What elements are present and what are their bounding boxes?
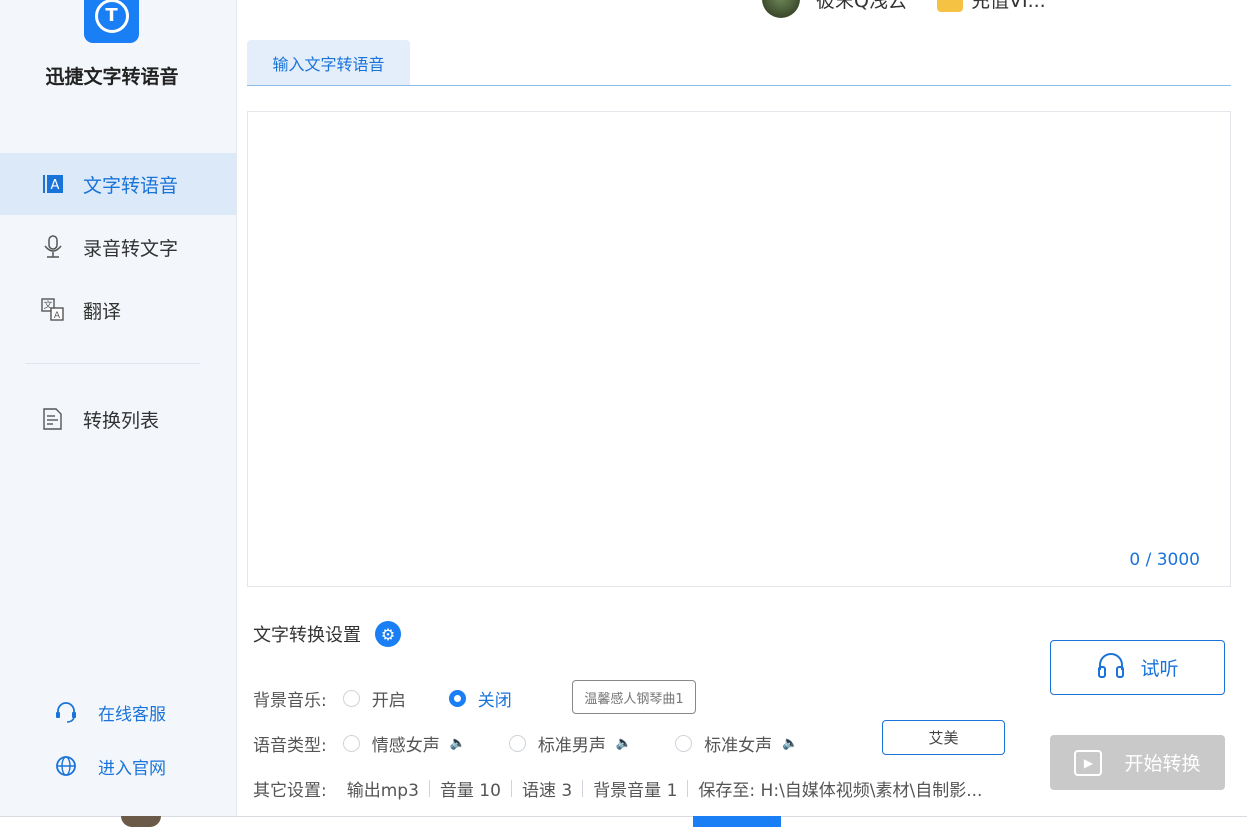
official-site-label: 进入官网	[98, 758, 166, 779]
microphone-icon	[41, 235, 65, 259]
radio-dot	[675, 735, 693, 752]
bg-music-off-radio[interactable]: 关闭	[448, 686, 512, 711]
radio-dot	[342, 690, 360, 707]
voice-select-button[interactable]: 艾美	[882, 720, 1005, 755]
sidebar-item-text-to-speech[interactable]: A 文字转语音	[0, 153, 236, 215]
gear-icon[interactable]: ⚙	[375, 621, 401, 647]
radio-label: 标准女声	[704, 736, 773, 756]
tab-underline	[247, 85, 1231, 86]
radio-label: 情感女声	[371, 736, 440, 756]
text-to-speech-icon: A	[41, 172, 65, 196]
other-settings-row: 其它设置: 输出mp3 音量 10 语速 3 背景音量 1 保存至: H:\自媒…	[253, 776, 982, 801]
bg-music-row: 背景音乐: 开启 关闭	[253, 686, 512, 711]
official-site-link[interactable]: 进入官网	[53, 753, 166, 779]
setting-speed[interactable]: 语速 3	[522, 776, 572, 801]
bg-music-select[interactable]: 温馨感人钢琴曲1	[572, 680, 696, 714]
vip-icon	[936, 0, 963, 12]
top-user-bar: 彼末Q浅云 充值VI...	[762, 0, 1144, 18]
tab-text-input[interactable]: 输入文字转语音	[247, 40, 410, 85]
svg-text:文: 文	[43, 299, 52, 311]
radio-dot	[342, 735, 360, 752]
bg-music-on-radio[interactable]: 开启	[342, 686, 406, 711]
voice-option-emotional-female[interactable]: 情感女声 🔈	[342, 731, 466, 756]
username[interactable]: 彼末Q浅云	[816, 0, 907, 13]
svg-text:A: A	[54, 311, 61, 321]
vip-link[interactable]: 充值VI...	[971, 0, 1046, 13]
separator	[582, 780, 584, 797]
radio-dot	[508, 735, 526, 752]
headphones-icon	[1096, 652, 1126, 684]
setting-save-path[interactable]: 保存至: H:\自媒体视频\素材\自制影...	[698, 776, 982, 801]
customer-service-icon	[53, 699, 79, 725]
sidebar-item-label: 录音转文字	[83, 237, 179, 260]
listen-label: 试听	[1140, 658, 1179, 680]
separator	[687, 780, 689, 797]
char-count: 0 / 3000	[1129, 550, 1200, 570]
online-service-label: 在线客服	[98, 704, 166, 725]
text-input[interactable]	[248, 112, 1230, 586]
speaker-icon[interactable]: 🔈	[450, 736, 466, 751]
background-strip	[0, 816, 1247, 827]
voice-type-label: 语音类型:	[253, 736, 327, 756]
bg-music-label: 背景音乐:	[253, 691, 327, 711]
online-service-link[interactable]: 在线客服	[53, 699, 166, 725]
listen-button[interactable]: 试听	[1050, 640, 1225, 695]
sidebar-item-speech-to-text[interactable]: 录音转文字	[0, 216, 236, 278]
setting-bg-volume[interactable]: 背景音量 1	[593, 776, 677, 801]
speaker-icon[interactable]: 🔈	[782, 736, 798, 751]
radio-label: 标准男声	[537, 736, 606, 756]
settings-header: 文字转换设置 ⚙	[253, 621, 401, 647]
convert-label: 开始转换	[1124, 753, 1201, 775]
radio-label: 开启	[371, 691, 406, 711]
voice-type-row: 语音类型: 情感女声 🔈 标准男声 🔈 标准女声 🔈	[253, 731, 798, 756]
logo-letter: T	[94, 0, 129, 33]
sidebar-item-label: 翻译	[83, 300, 122, 323]
sidebar-divider	[25, 363, 200, 364]
setting-volume[interactable]: 音量 10	[440, 776, 501, 801]
separator	[510, 780, 512, 797]
radio-label: 关闭	[477, 691, 512, 711]
play-icon: ▶	[1074, 749, 1103, 776]
list-icon	[41, 407, 65, 431]
sidebar-item-conversion-list[interactable]: 转换列表	[0, 388, 236, 450]
background-follow-button	[693, 816, 781, 827]
globe-icon	[53, 753, 79, 779]
sidebar-item-label: 转换列表	[83, 409, 160, 432]
sidebar-item-label: 文字转语音	[83, 174, 179, 197]
sidebar-item-translate[interactable]: 文A 翻译	[0, 279, 236, 341]
settings-title: 文字转换设置	[253, 625, 361, 646]
app-window: T 迅捷文字转语音 A 文字转语音 录音转文字 文A 翻译 转换列表 在线客服 …	[0, 0, 1247, 827]
background-avatar	[121, 816, 161, 827]
user-avatar[interactable]	[762, 0, 800, 18]
voice-option-standard-male[interactable]: 标准男声 🔈	[508, 731, 632, 756]
voice-option-standard-female[interactable]: 标准女声 🔈	[675, 731, 798, 756]
setting-format[interactable]: 输出mp3	[347, 776, 419, 801]
other-settings-label: 其它设置:	[253, 781, 327, 801]
text-editor: 0 / 3000	[247, 111, 1231, 587]
translate-icon: 文A	[41, 298, 65, 322]
separator	[428, 780, 430, 797]
app-logo: T	[84, 0, 139, 43]
svg-text:A: A	[51, 178, 60, 193]
app-name: 迅捷文字转语音	[45, 66, 179, 88]
speaker-icon[interactable]: 🔈	[616, 736, 632, 751]
start-convert-button[interactable]: ▶ 开始转换	[1050, 735, 1225, 790]
sidebar: T 迅捷文字转语音 A 文字转语音 录音转文字 文A 翻译 转换列表 在线客服 …	[0, 0, 237, 816]
radio-dot	[448, 690, 466, 707]
